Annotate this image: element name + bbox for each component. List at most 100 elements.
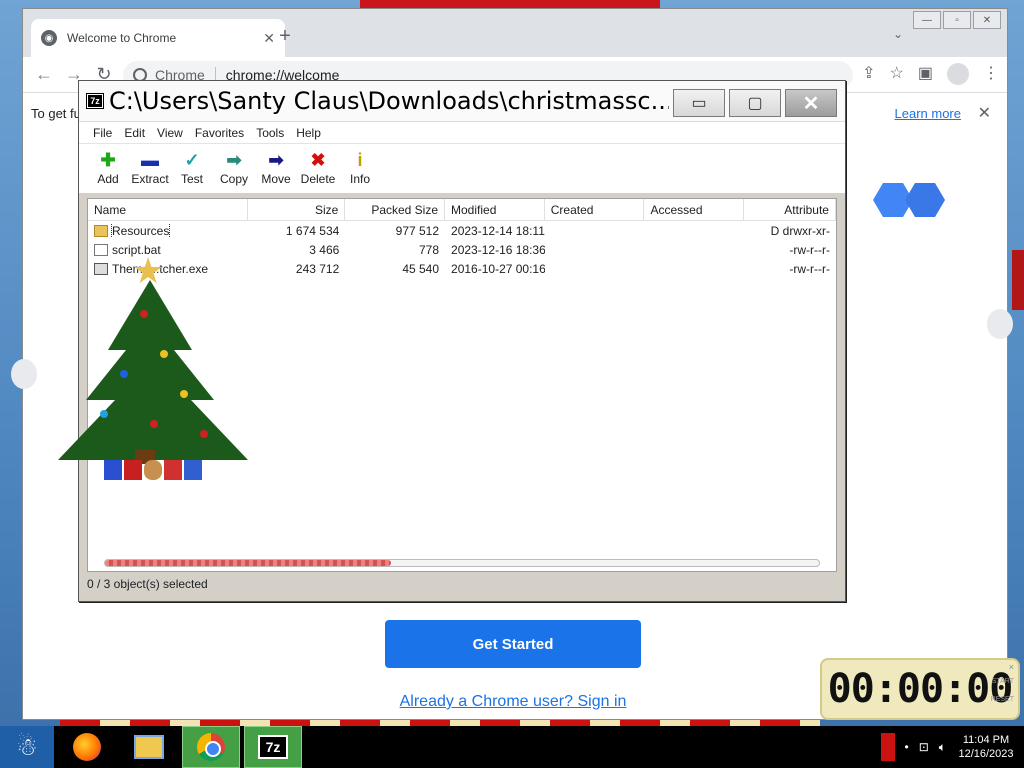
clock-date: 12/16/2023 — [958, 748, 1014, 760]
menu-tools[interactable]: Tools — [250, 126, 290, 140]
clock[interactable]: 11:04 PM 12/16/2023 — [956, 733, 1016, 761]
column-header-accessed[interactable]: Accessed — [644, 199, 745, 220]
menu-favorites[interactable]: Favorites — [189, 126, 250, 140]
toolbar-test-button[interactable]: ✓ Test — [171, 144, 213, 186]
star-icon[interactable]: ☆ — [890, 63, 904, 85]
maximize-button[interactable]: ▫ — [943, 11, 971, 29]
gadget-close-icon[interactable]: × — [1009, 662, 1014, 672]
close-window-button[interactable]: ✕ — [973, 11, 1001, 29]
window-title: C:\Users\Santy Claus\Downloads\christmas… — [109, 87, 669, 115]
info-icon: i — [357, 150, 363, 170]
toolbar-label: Info — [349, 172, 370, 186]
timer-reset-button[interactable]: RESET — [991, 696, 1014, 703]
taskbar-file-explorer[interactable] — [120, 726, 178, 768]
taskbar-7zip[interactable]: 7z — [244, 726, 302, 768]
column-header-attribute[interactable]: Attribute — [744, 199, 836, 220]
maximize-button[interactable]: ▢ — [729, 89, 781, 117]
menu-dots-icon[interactable]: ⋮ — [983, 63, 999, 85]
back-button[interactable]: ← — [29, 64, 59, 85]
menu-view[interactable]: View — [151, 126, 189, 140]
toolbar-copy-button[interactable]: ➡ Copy — [213, 144, 255, 186]
new-tab-button[interactable]: + — [275, 25, 295, 48]
globe-icon: ◉ — [41, 30, 57, 46]
toolbar-info-button[interactable]: i Info — [339, 144, 381, 186]
minimize-button[interactable]: — — [913, 11, 941, 29]
ornament — [120, 370, 128, 378]
welcome-logo — [873, 183, 945, 219]
hexagon-shape — [905, 183, 945, 217]
timer-start-button[interactable]: START — [992, 678, 1014, 685]
arrow-right-icon: ➡ — [268, 150, 284, 170]
cell-modified: 2023-12-14 18:11 — [451, 223, 545, 238]
menu-bar: File Edit View Favorites Tools Help — [79, 121, 845, 143]
column-header-packed-size[interactable]: Packed Size — [345, 199, 446, 220]
folder-file-icon — [94, 224, 108, 237]
ornament — [100, 410, 108, 418]
cell-modified: 2023-12-16 18:36 — [451, 242, 545, 257]
menu-help[interactable]: Help — [290, 126, 327, 140]
decorative-shape — [987, 309, 1013, 339]
gift-box — [104, 460, 122, 480]
status-bar: 0 / 3 object(s) selected — [87, 577, 208, 591]
signin-link[interactable]: Already a Chrome user? Sign in — [323, 693, 703, 711]
christmas-tree-image: ★ — [40, 250, 260, 495]
taskbar-firefox[interactable] — [58, 726, 116, 768]
star-icon: ★ — [132, 250, 165, 291]
toolbar-extract-button[interactable]: ▬ Extract — [129, 144, 171, 186]
side-panel-icon[interactable]: ▣ — [918, 63, 933, 85]
profile-avatar[interactable] — [947, 63, 969, 85]
toolbar-label: Delete — [300, 172, 336, 186]
network-icon[interactable]: ⊡ — [919, 740, 929, 754]
chrome-icon — [197, 733, 225, 761]
gift-box — [184, 460, 202, 480]
tab-welcome[interactable]: ◉ Welcome to Chrome ✕ — [31, 19, 285, 57]
arrow-right-icon: ➡ — [226, 150, 242, 170]
system-tray: • ⊡ 🔈︎ 11:04 PM 12/16/2023 — [880, 726, 1024, 768]
window-controls: — ▫ ✕ — [913, 11, 1001, 29]
column-header-created[interactable]: Created — [545, 199, 645, 220]
chevron-down-icon[interactable]: ⌄ — [893, 27, 903, 41]
close-tab-icon[interactable]: ✕ — [263, 30, 275, 47]
ornament — [140, 310, 148, 318]
close-icon[interactable]: ✕ — [978, 103, 991, 123]
column-header-modified[interactable]: Modified — [445, 199, 545, 220]
share-icon[interactable]: ⇪ — [862, 63, 875, 85]
title-bar[interactable]: 7z C:\Users\Santy Claus\Downloads\christ… — [79, 81, 845, 121]
gift-box — [124, 460, 142, 480]
toolbar-add-button[interactable]: ✚ Add — [87, 144, 129, 186]
tab-strip: ◉ Welcome to Chrome ✕ + ⌄ — ▫ ✕ — [23, 9, 1007, 57]
toolbar-move-button[interactable]: ➡ Move — [255, 144, 297, 186]
toolbar-delete-button[interactable]: ✖ Delete — [297, 144, 339, 186]
menu-file[interactable]: File — [87, 126, 118, 140]
learn-more-link[interactable]: Learn more — [895, 106, 961, 121]
x-icon: ✖ — [310, 150, 326, 170]
cell-size: 1 674 534 — [285, 223, 340, 238]
santa-icon: ☃ — [16, 733, 38, 761]
table-row[interactable]: Resources 1 674 534 977 512 2023-12-14 18:1… — [88, 221, 836, 240]
get-started-button[interactable]: Get Started — [385, 620, 641, 668]
close-window-button[interactable]: ✕ — [785, 89, 837, 117]
column-header-name[interactable]: Name — [88, 199, 248, 220]
cell-attr: -rw-r--r- — [789, 261, 830, 276]
plus-icon: ✚ — [100, 150, 116, 170]
cell-size: 3 466 — [309, 242, 340, 257]
ornament — [200, 430, 208, 438]
toolbar-actions: ⇪ ☆ ▣ ⋮ — [862, 63, 999, 85]
menu-edit[interactable]: Edit — [118, 126, 151, 140]
decorative-shape — [11, 359, 37, 389]
taskbar-chrome[interactable] — [182, 726, 240, 768]
file-name: Resources — [110, 223, 171, 238]
infobar-text: To get fu — [31, 105, 81, 121]
firefox-icon — [73, 733, 101, 761]
progress-fill — [105, 560, 391, 566]
volume-icon[interactable]: 🔈︎ — [939, 740, 946, 755]
toolbar-label: Add — [97, 172, 119, 186]
taskbar: ☃ 7z • ⊡ 🔈︎ 11:04 PM 12/16/2023 — [0, 726, 1024, 768]
toolbar: ✚ Add ▬ Extract ✓ Test ➡ Copy ➡ Move ✖ Delete i Info — [79, 143, 845, 193]
minimize-button[interactable]: ▭ — [673, 89, 725, 117]
list-header: Name Size Packed Size Modified Created A… — [88, 199, 836, 221]
sevenzip-icon: 7z — [258, 735, 288, 759]
column-header-size[interactable]: Size — [248, 199, 346, 220]
cell-packed: 45 540 — [402, 261, 440, 276]
start-button[interactable]: ☃ — [0, 726, 54, 768]
